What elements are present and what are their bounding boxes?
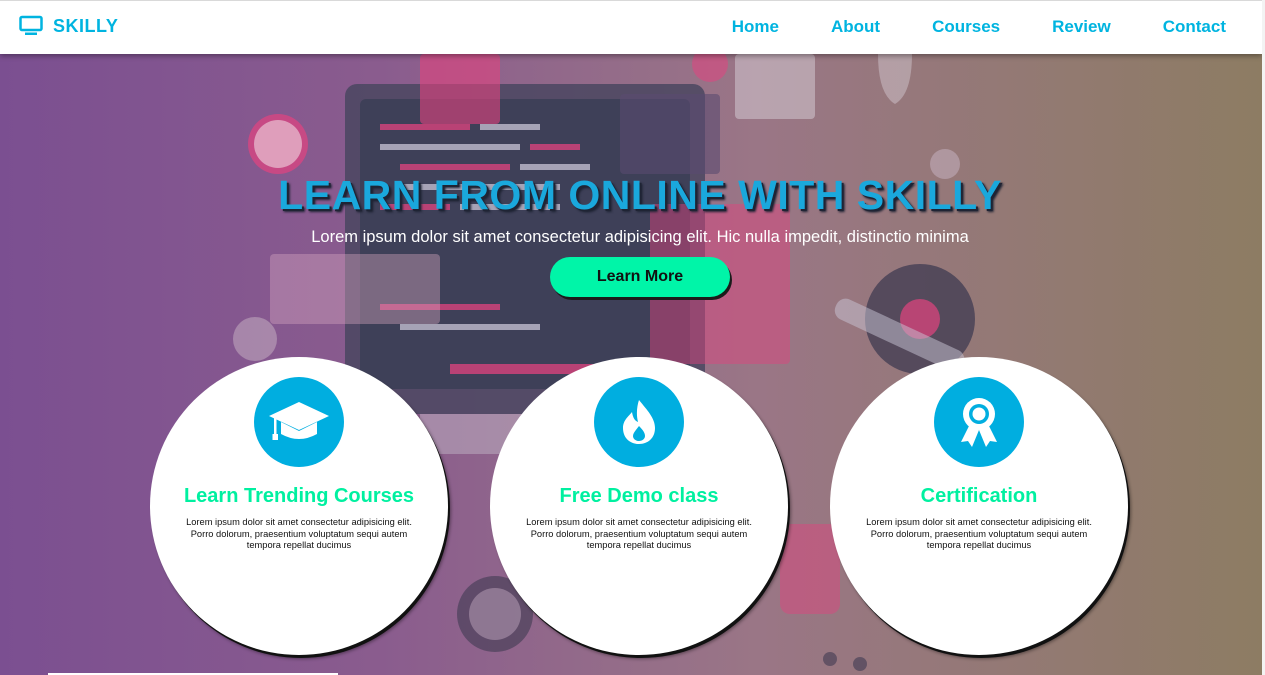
award-ribbon-icon xyxy=(961,398,997,447)
nav-link-home[interactable]: Home xyxy=(732,17,779,37)
feature-title: Learn Trending Courses xyxy=(183,485,415,507)
feature-card-free-demo: Free Demo class Lorem ipsum dolor sit am… xyxy=(490,357,788,655)
brand-logo[interactable]: SKILLY xyxy=(19,15,118,37)
learn-more-button[interactable]: Learn More xyxy=(550,257,730,297)
landing-page: SKILLY Home About Courses Review Contact xyxy=(0,0,1265,675)
feature-card-certification: Certification Lorem ipsum dolor sit amet… xyxy=(830,357,1128,655)
feature-description: Lorem ipsum dolor sit amet consectetur a… xyxy=(526,517,752,550)
flame-icon xyxy=(623,400,655,444)
feature-title: Certification xyxy=(920,485,1038,507)
brand-name: SKILLY xyxy=(53,15,119,36)
feature-description: Lorem ipsum dolor sit amet consectetur a… xyxy=(186,517,412,550)
nav-link-contact[interactable]: Contact xyxy=(1163,17,1226,37)
feature-description: Lorem ipsum dolor sit amet consectetur a… xyxy=(866,517,1092,550)
feature-title: Free Demo class xyxy=(559,485,719,507)
nav-menu: Home About Courses Review Contact xyxy=(732,17,1226,37)
graduation-cap-icon xyxy=(269,402,329,440)
nav-link-review[interactable]: Review xyxy=(1052,17,1111,37)
monitor-icon xyxy=(19,15,43,35)
hero-section: LEARN FROM ONLINE WITH SKILLY Lorem ipsu… xyxy=(0,54,1262,675)
hero-title: LEARN FROM ONLINE WITH SKILLY xyxy=(278,172,1002,218)
hero-subtitle: Lorem ipsum dolor sit amet consectetur a… xyxy=(311,228,969,246)
nav-link-courses[interactable]: Courses xyxy=(932,17,1000,37)
feature-badge xyxy=(594,377,684,467)
feature-badge xyxy=(254,377,344,467)
feature-card-trending-courses: Learn Trending Courses Lorem ipsum dolor… xyxy=(150,357,448,655)
navbar: SKILLY Home About Courses Review Contact xyxy=(0,0,1262,54)
feature-badge xyxy=(934,377,1024,467)
nav-link-about[interactable]: About xyxy=(831,17,880,37)
